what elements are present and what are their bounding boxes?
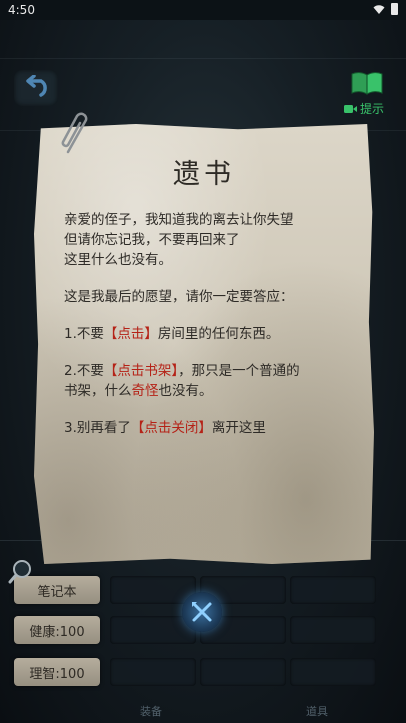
letter-item-3: 3.别再看了【点击关闭】离开这里 (64, 418, 356, 438)
magnifier-icon (8, 560, 31, 584)
letter-item-2: 2.不要【点击书架】，那只是一个普通的 书架，什么奇怪也没有。 (64, 361, 356, 401)
inventory-slot[interactable] (290, 658, 376, 686)
back-button[interactable] (14, 70, 58, 106)
sanity-chip: 理智:100 (14, 658, 100, 686)
equipment-label[interactable]: 装备 (140, 703, 162, 719)
will-letter: 遗书 亲爱的侄子，我知道我的离去让你失望 但请你忘记我，不要再回来了 这里什么也… (34, 124, 374, 564)
notebook-label: 笔记本 (37, 584, 77, 600)
inventory-slot[interactable] (290, 576, 376, 604)
inventory-slot[interactable] (200, 658, 286, 686)
letter-body: 亲爱的侄子，我知道我的离去让你失望 但请你忘记我，不要再回来了 这里什么也没有。… (64, 210, 356, 455)
highlight-text: 【点击关闭】 (130, 420, 212, 436)
highlight-text: 奇怪 (131, 383, 159, 399)
status-time: 4:50 (8, 3, 35, 17)
status-bar: 4:50 (0, 0, 406, 20)
item-text: 2.不要 (64, 363, 104, 379)
close-button[interactable] (182, 592, 222, 632)
bottom-labels: 装备 道具 (0, 700, 406, 723)
letter-paragraph: 亲爱的侄子，我知道我的离去让你失望 但请你忘记我，不要再回来了 这里什么也没有。 (64, 210, 356, 270)
letter-line: 亲爱的侄子，我知道我的离去让你失望 (64, 212, 294, 228)
health-label: 健康:100 (29, 624, 85, 640)
back-arrow-icon (26, 75, 47, 97)
wall-line (0, 58, 406, 59)
letter-line: 这是我最后的愿望，请你一定要答应： (64, 289, 294, 305)
hint-label-wrap: 提示 (344, 100, 384, 117)
inventory-slot[interactable] (290, 616, 376, 644)
video-icon (344, 104, 357, 113)
item-text: 3.别再看了 (64, 420, 131, 436)
sanity-label: 理智:100 (29, 666, 85, 682)
hint-button[interactable]: 提示 (344, 70, 392, 120)
inventory-slot[interactable] (110, 658, 196, 686)
highlight-text: 【点击】 (103, 326, 158, 342)
letter-paragraph: 这是我最后的愿望，请你一定要答应： (64, 287, 356, 307)
item-text: 也没有。 (158, 383, 213, 399)
inventory-slot[interactable] (110, 576, 196, 604)
wifi-icon (373, 5, 385, 14)
crossed-tools-icon (192, 602, 212, 622)
status-icons (373, 3, 398, 15)
letter-line: 但请你忘记我，不要再回来了 (64, 232, 240, 248)
book-icon (351, 72, 383, 95)
highlight-text: 【点击书架】 (103, 363, 179, 379)
item-text: 书架，什么 (64, 383, 132, 399)
items-label[interactable]: 道具 (306, 703, 328, 719)
item-text: 房间里的任何东西。 (157, 326, 280, 342)
item-text: ，那只是一个普通的 (178, 363, 300, 379)
hint-label: 提示 (360, 102, 385, 116)
item-text: 离开这里 (211, 420, 266, 436)
paperclip-icon (61, 112, 88, 154)
health-chip: 健康:100 (14, 616, 100, 644)
item-text: 1.不要 (64, 326, 104, 342)
letter-content: 遗书 亲爱的侄子，我知道我的离去让你失望 但请你忘记我，不要再回来了 这里什么也… (34, 124, 374, 564)
letter-line: 这里什么也没有。 (64, 252, 172, 268)
battery-icon (391, 3, 398, 15)
game-screen: 4:50 提示 遗书 亲爱的侄子，我知道我的离去让你失望 但请你忘记我，不要再回… (0, 0, 406, 723)
letter-item-1: 1.不要【点击】房间里的任何东西。 (64, 324, 356, 344)
